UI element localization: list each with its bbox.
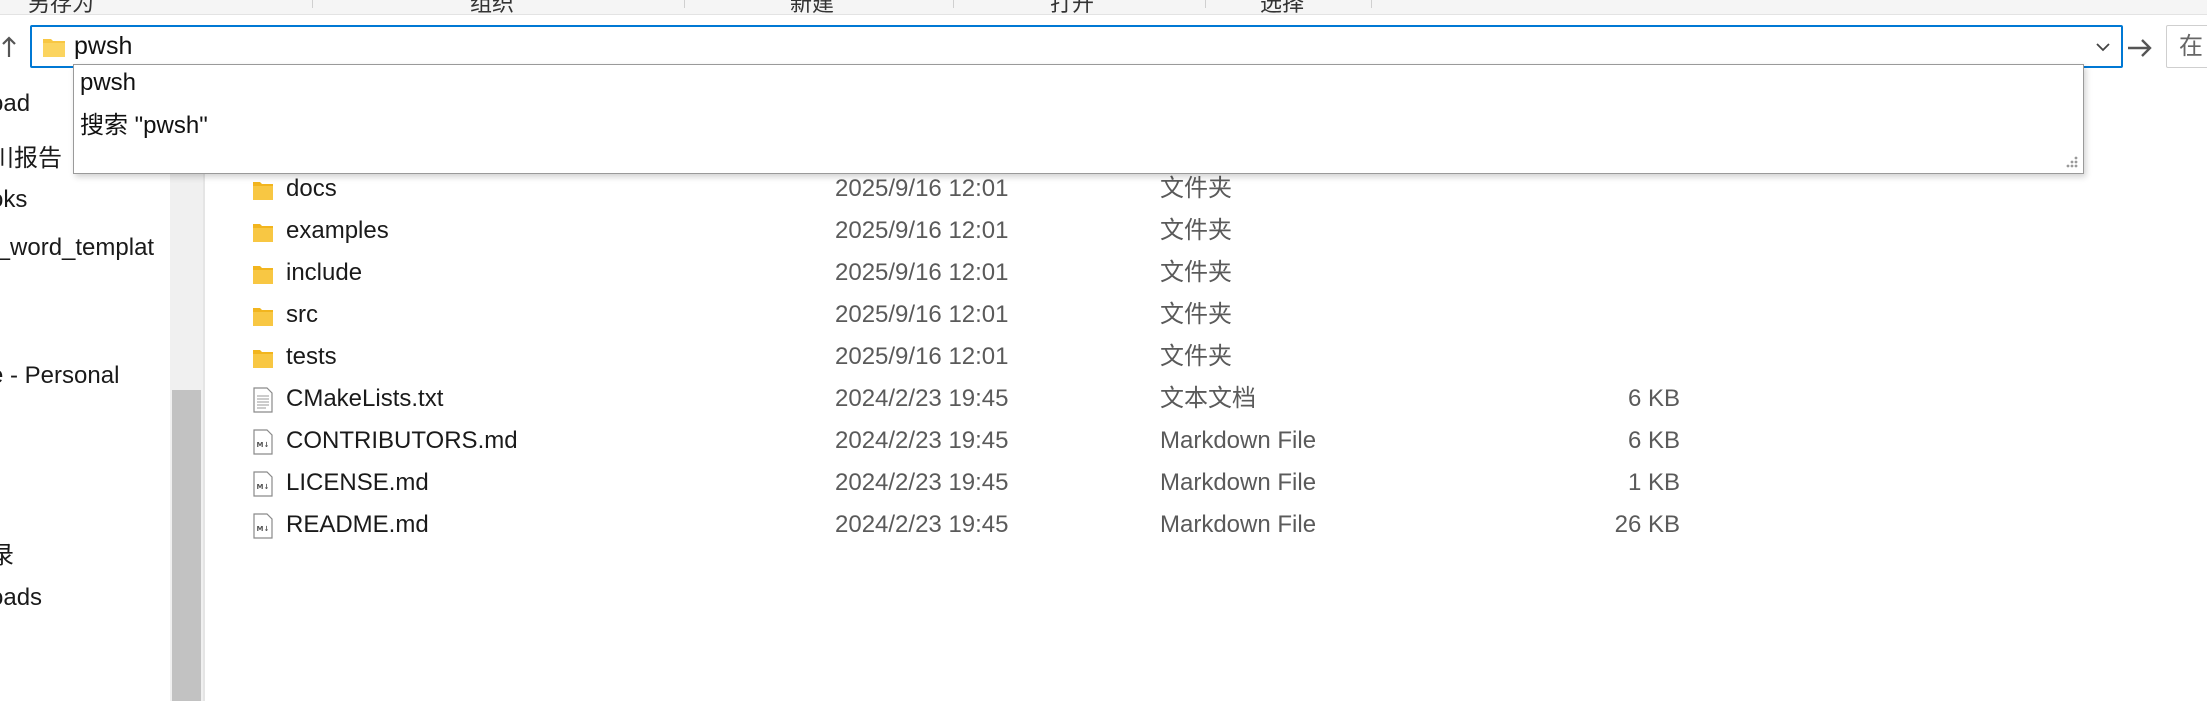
file-date-modified: 2025/9/16 12:01 xyxy=(835,175,1009,202)
file-name[interactable]: examples xyxy=(286,210,389,252)
file-date-modified: 2025/9/16 12:01 xyxy=(835,217,1009,244)
search-box[interactable]: 在 xyxy=(2166,25,2207,68)
file-row[interactable]: M↓ README.md 2024/2/23 19:45 Markdown File 2… xyxy=(205,504,2207,546)
file-name[interactable]: tests xyxy=(286,336,337,378)
file-name[interactable]: src xyxy=(286,294,318,336)
file-date-modified: 2024/2/23 19:45 xyxy=(835,385,1009,412)
text-file-icon xyxy=(252,387,274,413)
file-date-modified: 2025/9/16 12:01 xyxy=(835,301,1009,328)
search-placeholder: 在 xyxy=(2179,33,2203,60)
folder-icon xyxy=(43,39,65,57)
autocomplete-search-item[interactable]: 搜索 "pwsh" xyxy=(80,105,208,140)
folder-icon xyxy=(252,303,274,329)
file-name[interactable]: CMakeLists.txt xyxy=(286,378,443,420)
file-type: 文件夹 xyxy=(1160,301,1232,328)
file-type: 文件夹 xyxy=(1160,259,1232,286)
autocomplete-item[interactable]: pwsh xyxy=(80,69,136,97)
ribbon-separator xyxy=(312,0,313,8)
ribbon-item-save-as[interactable]: 另存为 xyxy=(28,0,94,14)
file-row[interactable]: M↓ LICENSE.md 2024/2/23 19:45 Markdown File… xyxy=(205,462,2207,504)
nav-item[interactable]: oad xyxy=(0,90,30,118)
chevron-down-icon[interactable] xyxy=(2091,35,2115,59)
folder-icon xyxy=(252,177,274,203)
nav-item[interactable]: t_word_templat xyxy=(0,234,154,262)
markdown-file-icon: M↓ xyxy=(252,429,274,455)
ribbon-separator xyxy=(953,0,954,8)
file-date-modified: 2025/9/16 12:01 xyxy=(835,343,1009,370)
arrow-up-icon xyxy=(2,36,16,57)
file-name[interactable]: include xyxy=(286,252,362,294)
nav-item[interactable]: 录 xyxy=(0,535,14,570)
file-size: 6 KB xyxy=(1627,427,1680,454)
file-name[interactable]: docs xyxy=(286,168,337,210)
sidebar-scrollbar-thumb[interactable] xyxy=(172,390,201,701)
svg-text:M↓: M↓ xyxy=(257,483,270,491)
nav-item[interactable]: e - Personal xyxy=(0,362,119,390)
file-row[interactable]: CMakeLists.txt 2024/2/23 19:45 文本文档 6 KB xyxy=(205,378,2207,420)
folder-icon xyxy=(252,261,274,287)
file-date-modified: 2024/2/23 19:45 xyxy=(835,427,1009,454)
svg-text:M↓: M↓ xyxy=(257,441,270,449)
file-date-modified: 2024/2/23 19:45 xyxy=(835,511,1009,538)
nav-item[interactable]: oks xyxy=(0,186,27,214)
ribbon-separator xyxy=(1371,0,1372,8)
file-date-modified: 2025/9/16 12:01 xyxy=(835,259,1009,286)
ribbon-item-organize[interactable]: 组织 xyxy=(470,0,514,14)
nav-item[interactable]: 川报告 xyxy=(0,138,62,173)
file-row[interactable]: include 2025/9/16 12:01 文件夹 xyxy=(205,252,2207,294)
file-size: 6 KB xyxy=(1627,385,1680,412)
address-input[interactable]: pwsh xyxy=(74,27,132,66)
address-autocomplete: pwsh 搜索 "pwsh" xyxy=(73,64,2084,174)
nav-item[interactable]: oads xyxy=(0,584,42,612)
file-row[interactable]: tests 2025/9/16 12:01 文件夹 xyxy=(205,336,2207,378)
svg-text:M↓: M↓ xyxy=(257,525,270,533)
markdown-file-icon: M↓ xyxy=(252,513,274,539)
file-row[interactable]: docs 2025/9/16 12:01 文件夹 xyxy=(205,168,2207,210)
file-type: 文本文档 xyxy=(1160,385,1256,412)
ribbon-item-open[interactable]: 打开 xyxy=(1050,0,1094,14)
ribbon-toolbar: 另存为 组织 新建 打开 选择 xyxy=(0,0,2207,15)
folder-icon xyxy=(252,219,274,245)
up-button[interactable] xyxy=(0,32,18,62)
file-date-modified: 2024/2/23 19:45 xyxy=(835,469,1009,496)
file-name[interactable]: CONTRIBUTORS.md xyxy=(286,420,518,462)
ribbon-separator xyxy=(684,0,685,8)
markdown-file-icon: M↓ xyxy=(252,471,274,497)
file-type: Markdown File xyxy=(1160,469,1317,496)
file-type: 文件夹 xyxy=(1160,175,1232,202)
file-row[interactable]: src 2025/9/16 12:01 文件夹 xyxy=(205,294,2207,336)
folder-icon xyxy=(252,345,274,371)
file-size: 1 KB xyxy=(1627,469,1680,496)
file-name[interactable]: LICENSE.md xyxy=(286,462,429,504)
file-type: Markdown File xyxy=(1160,511,1317,538)
file-type: Markdown File xyxy=(1160,427,1317,454)
file-type: 文件夹 xyxy=(1160,343,1232,370)
address-bar[interactable]: pwsh xyxy=(30,25,2123,68)
ribbon-separator xyxy=(1205,0,1206,8)
resize-grip-icon[interactable] xyxy=(2063,153,2079,169)
file-type: 文件夹 xyxy=(1160,217,1232,244)
file-row[interactable]: M↓ CONTRIBUTORS.md 2024/2/23 19:45 Markdown… xyxy=(205,420,2207,462)
file-name[interactable]: README.md xyxy=(286,504,429,546)
file-row[interactable]: examples 2025/9/16 12:01 文件夹 xyxy=(205,210,2207,252)
go-arrow-icon[interactable] xyxy=(2124,33,2156,63)
file-size: 26 KB xyxy=(1614,511,1680,538)
ribbon-item-select[interactable]: 选择 xyxy=(1260,0,1304,14)
ribbon-item-new[interactable]: 新建 xyxy=(790,0,834,14)
